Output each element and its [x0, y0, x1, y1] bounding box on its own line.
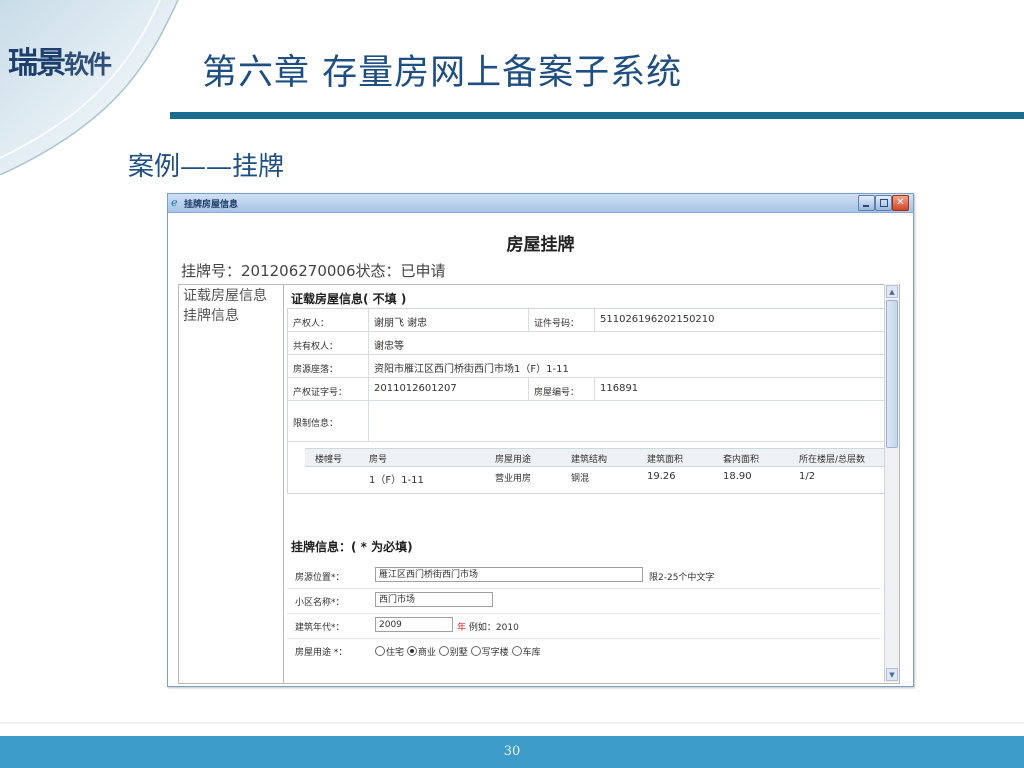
th-building: 楼幢号 [315, 455, 343, 465]
td-structure: 钢混 [571, 474, 590, 484]
listing-location-label: 房源位置*： [295, 573, 345, 583]
td-inner-area: 18.90 [723, 471, 752, 482]
listing-location-input[interactable]: 雁江区西门桥街西门市场 [375, 567, 643, 582]
cert-no-label: 产权证字号： [293, 388, 348, 398]
owner-label: 产权人： [293, 319, 330, 329]
radio-commercial-label: 商业 [417, 648, 436, 658]
house-use-radio-group: 住宅 商业 别墅 写字楼 车库 [375, 645, 541, 658]
limit-label: 限制信息： [293, 419, 339, 429]
id-value: 511026196202150210 [600, 314, 715, 325]
row-listing-location: 房源位置*： 雁江区西门桥街西门市场 限2-25个中文字 [287, 564, 881, 589]
form-table: 证载房屋信息 挂牌信息 证载房屋信息( 不填 ) 产权人： 谢朋飞 谢忠 证件号… [178, 284, 900, 684]
nav-item-listing-info[interactable]: 挂牌信息 [179, 307, 283, 325]
th-build-area: 建筑面积 [647, 455, 684, 465]
location-value: 资阳市雁江区西门桥街西门市场1（F）1-11 [374, 364, 569, 375]
company-logo: 瑞景软件 [8, 38, 112, 82]
house-table-header: 楼幢号 房号 房屋用途 建筑结构 建筑面积 套内面积 所在楼层/总层数 [305, 448, 885, 467]
community-input[interactable]: 西门市场 [375, 592, 493, 607]
listing-window: ℯ 挂牌房屋信息 ✕ 房屋挂牌 挂牌号：201206270006状态：已申请 证… [167, 193, 914, 687]
co-owner-value: 谢忠等 [374, 341, 404, 352]
house-no-label: 房屋编号： [534, 388, 580, 398]
row-cert-no: 产权证字号： 2011012601207 房屋编号： 116891 [288, 378, 890, 401]
td-floor: 1/2 [799, 471, 816, 482]
row-house-use: 房屋用途 *： 住宅 商业 别墅 写字楼 车库 [287, 639, 881, 663]
th-structure: 建筑结构 [571, 455, 608, 465]
row-co-owner: 共有权人： 谢忠等 [288, 332, 890, 355]
left-nav: 证载房屋信息 挂牌信息 [179, 285, 284, 683]
location-label: 房源座落： [293, 365, 339, 375]
scroll-down-arrow-icon[interactable]: ▼ [886, 668, 898, 681]
radio-office[interactable] [470, 646, 481, 656]
title-underline [170, 112, 1024, 119]
co-owner-label: 共有权人： [293, 342, 339, 352]
nav-item-cert-info[interactable]: 证载房屋信息 [179, 287, 283, 305]
scroll-thumb[interactable] [886, 300, 898, 448]
radio-office-label: 写字楼 [481, 648, 509, 658]
maximize-button[interactable] [875, 195, 892, 211]
td-room: 1（F）1-11 [369, 475, 424, 486]
row-location: 房源座落： 资阳市雁江区西门桥街西门市场1（F）1-11 [288, 355, 890, 378]
window-titlebar[interactable]: ℯ 挂牌房屋信息 ✕ [168, 194, 913, 213]
td-build-area: 19.26 [647, 471, 676, 482]
row-owner: 产权人： 谢朋飞 谢忠 证件号码： 511026196202150210 [288, 309, 890, 332]
td-use: 营业用房 [495, 474, 532, 484]
listing-number-status: 挂牌号：201206270006状态：已申请 [181, 262, 446, 280]
footer-bar: 30 [0, 736, 1024, 768]
footer-divider [0, 722, 1024, 724]
page-heading: 房屋挂牌 [506, 235, 575, 255]
build-year-label: 建筑年代*： [295, 623, 345, 633]
build-year-input[interactable]: 2009 [375, 617, 453, 632]
th-floor: 所在楼层/总层数 [799, 455, 866, 465]
slide-subtitle: 案例——挂牌 [128, 152, 285, 182]
listing-location-hint: 限2-25个中文字 [649, 573, 715, 583]
radio-garage-label: 车库 [522, 648, 541, 658]
th-room: 房号 [369, 455, 388, 465]
page-number: 30 [503, 744, 521, 759]
ie-icon: ℯ [171, 196, 178, 209]
vertical-scrollbar[interactable]: ▲ ▼ [884, 284, 899, 682]
house-use-label: 房屋用途 *： [295, 648, 348, 658]
id-label: 证件号码： [534, 319, 580, 329]
logo-rest-text: 软件 [64, 50, 112, 79]
year-unit: 年 [457, 623, 467, 633]
scroll-up-arrow-icon[interactable]: ▲ [886, 285, 898, 298]
minimize-button[interactable] [858, 195, 875, 211]
year-example: 例如：2010 [468, 623, 519, 633]
slide-title: 第六章 存量房网上备案子系统 [202, 53, 683, 93]
radio-garage[interactable] [511, 646, 522, 656]
th-use: 房屋用途 [495, 455, 532, 465]
community-label: 小区名称*： [295, 598, 345, 608]
cert-no-value: 2011012601207 [374, 383, 457, 394]
radio-residential[interactable] [375, 646, 385, 656]
window-title: 挂牌房屋信息 [184, 200, 239, 210]
radio-residential-label: 住宅 [386, 648, 405, 658]
row-limit: 限制信息： [288, 401, 890, 442]
row-build-year: 建筑年代*： 2009 年 例如：2010 [287, 614, 881, 639]
house-no-value: 116891 [600, 383, 639, 394]
table-row: 1（F）1-11 营业用房 钢混 19.26 18.90 1/2 [305, 467, 885, 487]
row-community: 小区名称*： 西门市场 [287, 589, 881, 614]
radio-villa-label: 别墅 [449, 648, 468, 658]
radio-commercial[interactable] [406, 646, 417, 656]
th-inner-area: 套内面积 [723, 455, 760, 465]
logo-main-text: 瑞景 [8, 46, 66, 81]
owner-value: 谢朋飞 谢忠 [374, 318, 428, 329]
cert-section-title: 证载房屋信息( 不填 ) [291, 292, 407, 306]
listing-section-title: 挂牌信息：( * 为必填) [291, 540, 413, 554]
close-button[interactable]: ✕ [892, 195, 909, 211]
radio-villa[interactable] [438, 646, 449, 656]
build-year-hint: 年 例如：2010 [457, 620, 519, 633]
form-content: 证载房屋信息( 不填 ) 产权人： 谢朋飞 谢忠 证件号码： 511026196… [285, 286, 899, 682]
